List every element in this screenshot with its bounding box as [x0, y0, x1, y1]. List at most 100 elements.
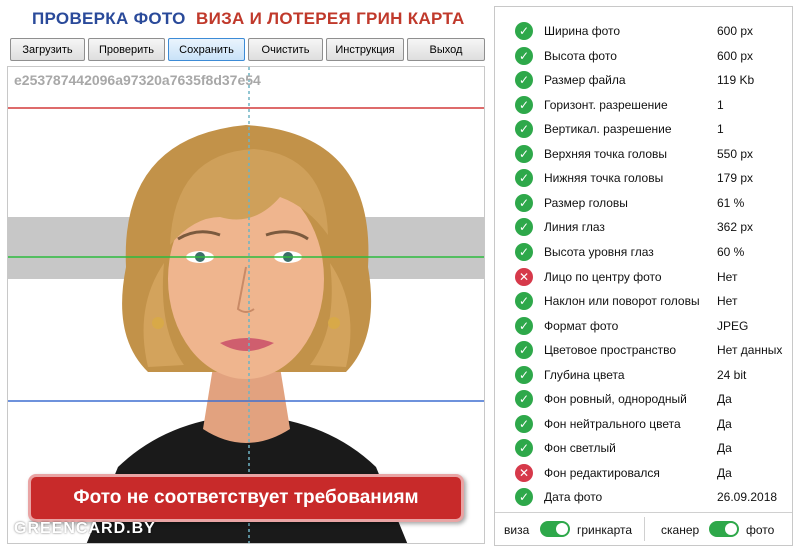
status-banner: Фото не соответствует требованиям: [28, 474, 464, 522]
check-label: Дата фото: [544, 490, 603, 505]
toggle-left-off-label: виза: [504, 523, 530, 537]
save-button[interactable]: Сохранить: [168, 38, 245, 61]
exit-button[interactable]: Выход: [407, 38, 485, 61]
check-value: 24 bit: [717, 367, 747, 382]
check-value: 362 px: [717, 220, 754, 235]
instructions-button[interactable]: Инструкция: [326, 38, 404, 61]
check-circle-icon: ✓: [515, 390, 533, 409]
load-button[interactable]: Загрузить: [10, 38, 85, 61]
check-label: Горизонт. разрешение: [544, 97, 668, 112]
toolbar: Загрузить Проверить Сохранить Очистить И…: [10, 38, 485, 61]
check-row: ✓ Нижняя точка головы 179 px: [495, 166, 792, 190]
check-circle-icon: ✓: [515, 292, 533, 311]
right-earring: [328, 317, 340, 329]
mode-toggles: виза гринкарта сканер фото: [495, 512, 792, 545]
check-circle-icon: ✓: [515, 218, 533, 237]
check-value: 26.09.2018: [717, 490, 778, 505]
check-row: ✓ Вертикал. разрешение 1: [495, 117, 792, 141]
check-row: ✓ Цветовое пространство Нет данных: [495, 338, 792, 362]
check-row: ✓ Фон светлый Да: [495, 436, 792, 460]
check-label: Верхняя точка головы: [544, 146, 668, 161]
check-circle-icon: ✓: [515, 46, 533, 65]
check-label: Формат фото: [544, 318, 619, 333]
check-circle-icon: ✓: [515, 144, 533, 163]
check-value: Нет данных: [717, 343, 783, 358]
check-row: ✓ Фон ровный, однородный Да: [495, 387, 792, 411]
check-row: ✓ Верхняя точка головы 550 px: [495, 142, 792, 166]
switch-knob: [556, 523, 568, 535]
check-row: ✓ Дата фото 26.09.2018: [495, 485, 792, 509]
check-circle-icon: ✓: [515, 22, 533, 40]
check-value: 61 %: [717, 195, 745, 210]
check-label: Высота уровня глаз: [544, 244, 654, 259]
check-circle-icon: ✓: [515, 193, 533, 212]
check-circle-icon: ✓: [515, 316, 533, 335]
check-value: Да: [717, 392, 732, 407]
check-value: 600 px: [717, 48, 754, 63]
check-value: 60 %: [717, 244, 745, 259]
check-label: Линия глаз: [544, 220, 605, 235]
check-circle-icon: ✓: [515, 242, 533, 261]
check-label: Фон ровный, однородный: [544, 392, 687, 407]
check-label: Ширина фото: [544, 24, 621, 38]
x-circle-icon: ✕: [515, 267, 533, 286]
portrait-photo: [8, 67, 484, 543]
photo-hash: e253787442096a97320a7635f8d37e54: [14, 72, 261, 88]
clear-button[interactable]: Очистить: [248, 38, 323, 61]
toggle-right-on-label: фото: [746, 523, 775, 537]
check-label: Фон редактировался: [544, 465, 660, 480]
check-row: ✕ Лицо по центру фото Нет: [495, 265, 792, 289]
check-row: ✓ Ширина фото 600 px: [495, 19, 792, 43]
check-value: 1: [717, 97, 724, 112]
check-row: ✓ Формат фото JPEG: [495, 314, 792, 338]
check-value: Да: [717, 465, 732, 480]
x-circle-icon: ✕: [515, 463, 533, 482]
check-row: ✓ Глубина цвета 24 bit: [495, 363, 792, 387]
check-value: 1: [717, 122, 724, 137]
check-label: Высота фото: [544, 48, 617, 63]
check-button[interactable]: Проверить: [88, 38, 165, 61]
visa-greencard-switch[interactable]: [540, 521, 570, 537]
toggle-right-off-label: сканер: [661, 523, 700, 537]
check-circle-icon: ✓: [515, 169, 533, 188]
check-value: 179 px: [717, 171, 754, 186]
check-value: JPEG: [717, 318, 749, 333]
check-row: ✓ Наклон или поворот головы Нет: [495, 289, 792, 313]
check-value: 600 px: [717, 24, 754, 38]
check-circle-icon: ✓: [515, 365, 533, 384]
check-circle-icon: ✓: [515, 341, 533, 360]
check-circle-icon: ✓: [515, 95, 533, 114]
check-value: Да: [717, 416, 732, 431]
left-earring: [152, 317, 164, 329]
check-label: Фон нейтрального цвета: [544, 416, 681, 431]
app-title: ПРОВЕРКА ФОТО: [32, 9, 186, 28]
check-row: ✓ Горизонт. разрешение 1: [495, 93, 792, 117]
check-label: Фон светлый: [544, 441, 616, 456]
check-value: Да: [717, 441, 732, 456]
check-label: Размер файла: [544, 73, 626, 88]
checks-panel: ✓ Ширина фото 600 px ✓ Высота фото 600 px ✓ Раз…: [494, 6, 793, 546]
check-circle-icon: ✓: [515, 120, 533, 139]
check-value: 550 px: [717, 146, 754, 161]
check-value: 119 Kb: [717, 73, 755, 88]
check-row: ✓ Размер файла 119 Kb: [495, 68, 792, 92]
check-label: Нижняя точка головы: [544, 171, 664, 186]
check-row: ✓ Линия глаз 362 px: [495, 215, 792, 239]
check-label: Вертикал. разрешение: [544, 122, 672, 137]
check-row: ✓ Высота уровня глаз 60 %: [495, 240, 792, 264]
check-label: Глубина цвета: [544, 367, 625, 382]
check-row: ✓ Размер головы 61 %: [495, 191, 792, 215]
watermark: GREENCARD.BY: [14, 520, 156, 537]
check-label: Цветовое пространство: [544, 343, 677, 358]
check-row: ✓ Высота фото 600 px: [495, 44, 792, 68]
check-label: Лицо по центру фото: [544, 269, 662, 284]
app-subtitle: ВИЗА И ЛОТЕРЕЯ ГРИН КАРТА: [196, 9, 465, 28]
check-circle-icon: ✓: [515, 439, 533, 458]
check-circle-icon: ✓: [515, 71, 533, 90]
toggle-left-on-label: гринкарта: [577, 523, 633, 537]
check-row: ✕ Фон редактировался Да: [495, 461, 792, 485]
scanner-photo-switch[interactable]: [709, 521, 739, 537]
check-label: Наклон или поворот головы: [544, 294, 700, 309]
check-value: Нет: [717, 269, 738, 284]
check-label: Размер головы: [544, 195, 628, 210]
